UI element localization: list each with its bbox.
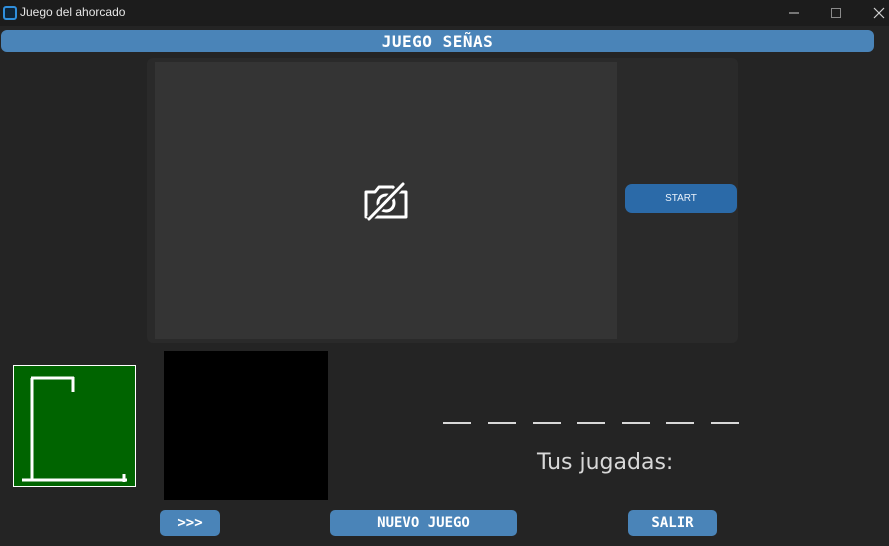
letter-slot: [533, 422, 561, 424]
sign-preview: [164, 351, 328, 500]
exit-button[interactable]: SALIR: [628, 510, 717, 536]
plays-label: Tus jugadas:: [537, 450, 674, 475]
header-bar: JUEGO SEÑAS: [1, 30, 874, 52]
new-game-button[interactable]: NUEVO JUEGO: [330, 510, 517, 536]
maximize-icon: [831, 8, 841, 18]
letter-slot: [577, 422, 605, 424]
next-button[interactable]: >>>: [160, 510, 220, 536]
camera-off-icon: [364, 181, 408, 221]
letter-slot: [443, 422, 471, 424]
window-title: Juego del ahorcado: [20, 5, 126, 19]
app-icon: [3, 6, 17, 20]
close-icon: [873, 7, 885, 19]
title-bar: Juego del ahorcado: [0, 0, 889, 26]
close-button[interactable]: [859, 0, 889, 26]
letter-slot: [622, 422, 650, 424]
hangman-drawing: [13, 365, 136, 487]
minimize-button[interactable]: [774, 0, 814, 26]
gallows-icon: [22, 376, 127, 482]
maximize-button[interactable]: [816, 0, 856, 26]
page-title: JUEGO SEÑAS: [381, 31, 494, 51]
start-button[interactable]: START: [625, 184, 737, 213]
letter-slot: [666, 422, 694, 424]
letter-slot: [488, 422, 516, 424]
minimize-icon: [789, 12, 799, 14]
word-slots: [443, 412, 743, 428]
letter-slot: [711, 422, 739, 424]
